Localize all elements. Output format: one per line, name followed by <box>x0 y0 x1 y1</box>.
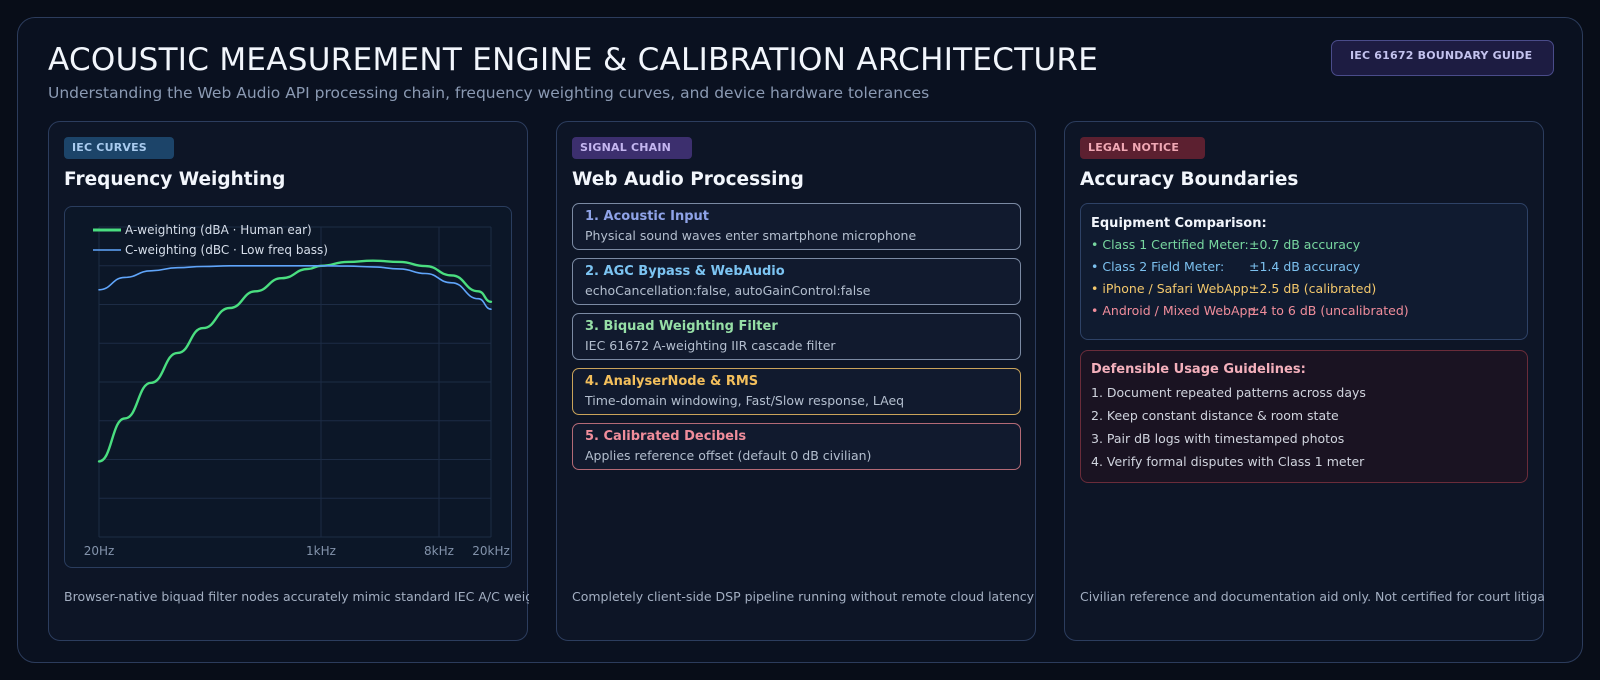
boundary-guide-button[interactable]: IEC 61672 BOUNDARY GUIDE <box>1331 40 1554 76</box>
equipment-accuracy: ±2.5 dB (calibrated) <box>1249 281 1377 296</box>
legend-label: C-weighting (dBC · Low freq bass) <box>125 243 328 257</box>
usage-guidelines-title: Defensible Usage Guidelines: <box>1091 362 1306 377</box>
step-description: echoCancellation:false, autoGainControl:… <box>585 283 871 298</box>
legal-notice-tag: LEGAL NOTICE <box>1080 137 1205 159</box>
x-tick-label: 8kHz <box>424 544 454 558</box>
equipment-comparison-box: Equipment Comparison: • Class 1 Certifie… <box>1080 203 1528 340</box>
step-agc-bypass: 2. AGC Bypass & WebAudio echoCancellatio… <box>572 258 1021 305</box>
page-subtitle: Understanding the Web Audio API processi… <box>48 84 930 102</box>
step-calibrated-decibels: 5. Calibrated Decibels Applies reference… <box>572 423 1021 470</box>
weighting-chart-svg: 20Hz 1kHz 8kHz 20kHz A-weighting (dBA · Hum… <box>84 223 510 558</box>
guideline-item: 2. Keep constant distance & room state <box>1091 408 1339 423</box>
usage-guidelines-box: Defensible Usage Guidelines: 1. Document… <box>1080 350 1528 483</box>
legend-label: A-weighting (dBA · Human ear) <box>125 223 312 237</box>
equipment-name: • Class 2 Field Meter: <box>1091 259 1225 274</box>
frequency-weighting-title: Frequency Weighting <box>64 169 286 190</box>
accuracy-boundaries-panel: LEGAL NOTICE Accuracy Boundaries Equipme… <box>1064 121 1545 641</box>
guideline-item: 1. Document repeated patterns across day… <box>1091 385 1366 400</box>
accuracy-boundaries-title: Accuracy Boundaries <box>1080 169 1299 190</box>
equipment-name: • iPhone / Safari WebApp: <box>1091 281 1253 296</box>
step-description: Time-domain windowing, Fast/Slow respons… <box>585 393 905 408</box>
step-title: 4. AnalyserNode & RMS <box>585 374 759 389</box>
signal-chain-tag: SIGNAL CHAIN <box>572 137 692 159</box>
x-tick-label: 20Hz <box>84 544 115 558</box>
weighting-chart: 20Hz 1kHz 8kHz 20kHz A-weighting (dBA · Hum… <box>64 206 512 568</box>
equipment-accuracy: ±4 to 6 dB (uncalibrated) <box>1249 303 1409 318</box>
equipment-accuracy: ±0.7 dB accuracy <box>1249 237 1361 252</box>
page-title: ACOUSTIC MEASUREMENT ENGINE & CALIBRATIO… <box>48 42 1099 78</box>
equipment-accuracy: ±1.4 dB accuracy <box>1249 259 1361 274</box>
step-acoustic-input: 1. Acoustic Input Physical sound waves e… <box>572 203 1021 250</box>
guideline-item: 4. Verify formal disputes with Class 1 m… <box>1091 454 1365 469</box>
step-description: Physical sound waves enter smartphone mi… <box>585 228 917 243</box>
accuracy-footnote: Civilian reference and documentation aid… <box>1080 589 1545 604</box>
step-title: 3. Biquad Weighting Filter <box>585 319 778 334</box>
guideline-item: 3. Pair dB logs with timestamped photos <box>1091 431 1345 446</box>
step-biquad-filter: 3. Biquad Weighting Filter IEC 61672 A-w… <box>572 313 1021 360</box>
equipment-name: • Class 1 Certified Meter: <box>1091 237 1249 252</box>
equipment-row: • Class 1 Certified Meter: ±0.7 dB accura… <box>1091 237 1527 253</box>
step-title: 2. AGC Bypass & WebAudio <box>585 264 785 279</box>
step-description: IEC 61672 A-weighting IIR cascade filter <box>585 338 836 353</box>
equipment-row: • Android / Mixed WebApp: ±4 to 6 dB (unc… <box>1091 303 1527 319</box>
x-tick-label: 1kHz <box>306 544 336 558</box>
x-tick-label: 20kHz <box>472 544 510 558</box>
frequency-weighting-panel: IEC CURVES Frequency Weighting 20Hz 1kHz 8… <box>48 121 529 641</box>
a-weighting-series-line <box>97 259 493 463</box>
step-title: 5. Calibrated Decibels <box>585 429 747 444</box>
equipment-name: • Android / Mixed WebApp: <box>1091 303 1260 318</box>
step-description: Applies reference offset (default 0 dB c… <box>585 448 872 463</box>
weighting-footnote: Browser-native biquad filter nodes accur… <box>64 589 529 604</box>
step-title: 1. Acoustic Input <box>585 209 709 224</box>
iec-curves-tag: IEC CURVES <box>64 137 174 159</box>
signal-chain-footnote: Completely client-side DSP pipeline runn… <box>572 589 1037 604</box>
equipment-comparison-title: Equipment Comparison: <box>1091 216 1267 231</box>
equipment-row: • Class 2 Field Meter: ±1.4 dB accuracy <box>1091 259 1527 275</box>
web-audio-title: Web Audio Processing <box>572 169 804 190</box>
step-analyser-node: 4. AnalyserNode & RMS Time-domain window… <box>572 368 1021 415</box>
signal-chain-panel: SIGNAL CHAIN Web Audio Processing 1. Aco… <box>556 121 1037 641</box>
equipment-row: • iPhone / Safari WebApp: ±2.5 dB (calibr… <box>1091 281 1527 297</box>
